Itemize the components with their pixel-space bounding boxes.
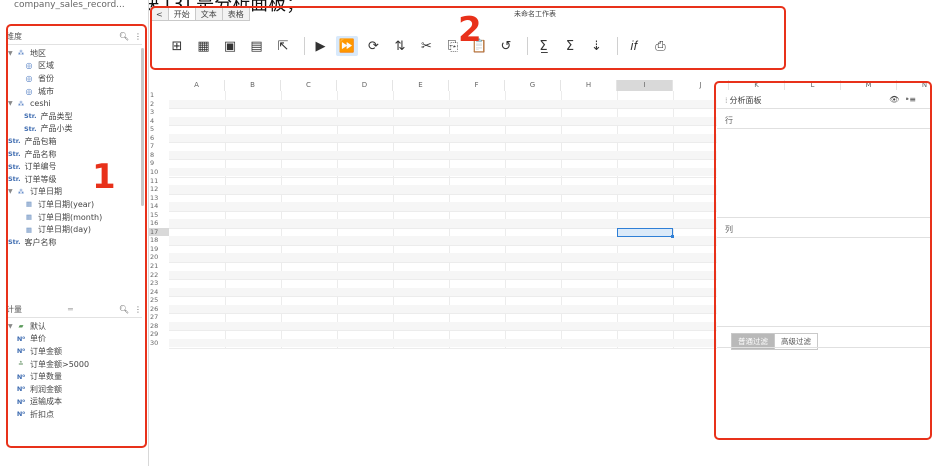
row-header[interactable]: 30 — [148, 339, 169, 348]
column-header[interactable]: C — [281, 80, 337, 91]
row-header[interactable]: 2 — [148, 100, 169, 109]
row-header[interactable]: 4 — [148, 117, 169, 126]
row-header[interactable]: 10 — [148, 168, 169, 177]
row-header[interactable]: 5 — [148, 125, 169, 134]
row-header[interactable]: 11 — [148, 177, 169, 186]
annotation-box-1 — [6, 24, 147, 448]
row-header[interactable]: 21 — [148, 262, 169, 271]
row-header[interactable]: 1 — [148, 91, 169, 100]
row-header[interactable]: 18 — [148, 236, 169, 245]
row-header[interactable]: 12 — [148, 185, 169, 194]
annotation-number-1: 1 — [92, 157, 116, 197]
row-header[interactable]: 25 — [148, 296, 169, 305]
row-header[interactable]: 3 — [148, 108, 169, 117]
datasource-name[interactable]: company_sales_record... — [14, 0, 125, 10]
row-header[interactable]: 22 — [148, 271, 169, 280]
row-header[interactable]: 26 — [148, 305, 169, 314]
column-header[interactable]: A — [169, 80, 225, 91]
row-header[interactable]: 16 — [148, 219, 169, 228]
row-header[interactable]: 19 — [148, 245, 169, 254]
annotation-number-2: 2 — [458, 10, 482, 50]
column-header[interactable]: D — [337, 80, 393, 91]
row-header[interactable]: 17 — [148, 227, 169, 237]
row-header[interactable]: 23 — [148, 279, 169, 288]
row-header[interactable]: 8 — [148, 151, 169, 160]
annotation-box-3 — [714, 81, 932, 440]
row-header[interactable]: 14 — [148, 202, 169, 211]
row-header[interactable]: 7 — [148, 142, 169, 151]
row-header[interactable]: 6 — [148, 134, 169, 143]
row-header[interactable]: 13 — [148, 194, 169, 203]
row-header[interactable]: 29 — [148, 330, 169, 339]
column-header[interactable]: F — [449, 80, 505, 91]
column-header[interactable]: I — [617, 80, 673, 91]
row-header[interactable]: 9 — [148, 159, 169, 168]
column-header[interactable]: H — [561, 80, 617, 91]
row-header[interactable]: 28 — [148, 322, 169, 331]
column-header[interactable]: E — [393, 80, 449, 91]
row-header[interactable]: 24 — [148, 288, 169, 297]
selected-cell[interactable] — [617, 227, 673, 238]
row-header[interactable]: 15 — [148, 211, 169, 220]
column-header[interactable]: B — [225, 80, 281, 91]
fill-handle[interactable] — [671, 235, 674, 239]
column-header[interactable]: G — [505, 80, 561, 91]
row-header[interactable]: 27 — [148, 313, 169, 322]
row-header[interactable]: 20 — [148, 253, 169, 262]
